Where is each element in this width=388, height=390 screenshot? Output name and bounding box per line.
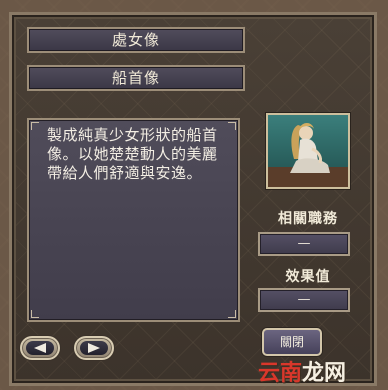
site-watermark: 云南龙网 [258, 355, 346, 387]
description-panel: 製成純真少女形狀的船首像。以她楚楚動人的美麗帶給人們舒適與安逸。 [27, 118, 240, 322]
close-button-label: 關閉 [279, 335, 304, 349]
panel-corner [228, 122, 236, 130]
item-name: 處女像 [111, 31, 160, 49]
watermark-part2: 龙网 [302, 360, 347, 386]
effect-value: — [258, 288, 350, 312]
item-description: 製成純真少女形狀的船首像。以她楚楚動人的美麗帶給人們舒適與安逸。 [47, 126, 218, 182]
prev-button-face [26, 341, 54, 355]
effect-text: — [297, 292, 311, 307]
item-name-bar: 處女像 [27, 27, 245, 53]
item-type: 船首像 [111, 69, 160, 87]
next-button-face [80, 341, 108, 355]
panel-corner [228, 310, 236, 318]
prev-button[interactable] [20, 336, 60, 360]
panel-corner [31, 310, 39, 318]
related-job-text: — [297, 236, 311, 251]
effect-label: 效果值 [285, 269, 331, 285]
item-type-bar: 船首像 [27, 65, 245, 91]
watermark-part1: 云南 [258, 360, 303, 386]
related-job-value: — [258, 232, 350, 256]
arrow-left-icon [34, 343, 46, 353]
related-job-label: 相關職務 [278, 211, 338, 227]
close-button[interactable]: 關閉 [262, 328, 322, 356]
next-button[interactable] [74, 336, 114, 360]
figurehead-maiden-icon [268, 115, 348, 187]
arrow-right-icon [88, 343, 100, 353]
panel-corner [31, 122, 39, 130]
figurehead-portrait [266, 113, 350, 189]
